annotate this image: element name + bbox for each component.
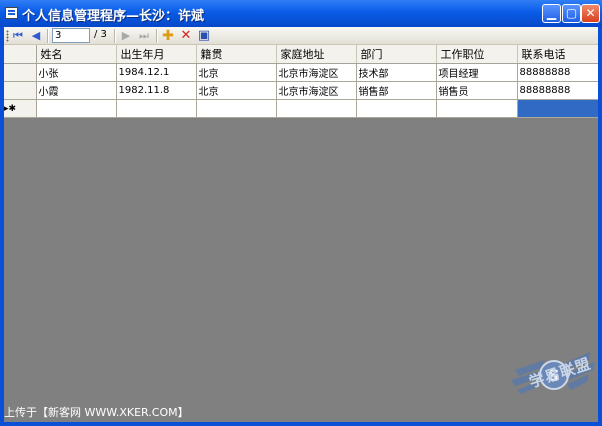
title-bar[interactable]: 个人信息管理程序—长沙：许斌 ▁ ▢ ✕	[0, 0, 602, 27]
row-header[interactable]	[4, 81, 37, 100]
add-new-icon[interactable]: ✚	[160, 28, 176, 44]
cell-position[interactable]: 销售员	[436, 81, 518, 100]
column-header-phone[interactable]: 联系电话	[517, 45, 598, 64]
window-title: 个人信息管理程序—长沙：许斌	[22, 9, 205, 24]
column-header-name[interactable]: 姓名	[36, 45, 117, 64]
row-header[interactable]	[4, 63, 37, 82]
toolbar-separator	[156, 29, 158, 43]
table-row[interactable]: 小霞 1982.11.8 北京 北京市海淀区 销售部 销售员 88888888	[4, 81, 598, 100]
cell-hometown[interactable]: 北京	[196, 81, 277, 100]
corner-header[interactable]	[4, 45, 37, 64]
cell-birth[interactable]: 1982.11.8	[116, 81, 197, 100]
column-header-department[interactable]: 部门	[356, 45, 437, 64]
cell-phone[interactable]: 88888888	[517, 81, 598, 100]
maximize-button[interactable]: ▢	[562, 4, 581, 23]
data-grid: 姓名 出生年月 籍贯 家庭地址 部门 工作职位 联系电话 小张 1984.12.…	[4, 45, 598, 118]
toolbar-grip-icon[interactable]	[6, 30, 9, 42]
cell-address[interactable]: 北京市海淀区	[276, 81, 357, 100]
cell-name[interactable]: 小霞	[36, 81, 117, 100]
table-row[interactable]: 小张 1984.12.1 北京 北京市海淀区 技术部 项目经理 88888888	[4, 63, 598, 82]
app-window: 个人信息管理程序—长沙：许斌 ▁ ▢ ✕ ⏮ ◀ / 3 ▶ ⏭ ✚ ✕ ▣	[0, 0, 602, 426]
column-header-birth[interactable]: 出生年月	[116, 45, 197, 64]
cell-hometown[interactable]: 北京	[196, 63, 277, 82]
binding-navigator: ⏮ ◀ / 3 ▶ ⏭ ✚ ✕ ▣	[4, 27, 598, 45]
selected-cell[interactable]	[517, 99, 598, 118]
column-header-address[interactable]: 家庭地址	[276, 45, 357, 64]
cell-birth[interactable]: 1984.12.1	[116, 63, 197, 82]
toolbar-separator	[114, 29, 116, 43]
new-row[interactable]: ▸✱	[4, 99, 598, 118]
move-last-icon[interactable]: ⏭	[136, 28, 152, 44]
move-next-icon[interactable]: ▶	[118, 28, 134, 44]
new-cell-birth[interactable]	[116, 99, 197, 118]
move-first-icon[interactable]: ⏮	[10, 28, 26, 44]
column-header-hometown[interactable]: 籍贯	[196, 45, 277, 64]
new-cell-name[interactable]	[36, 99, 117, 118]
app-icon[interactable]	[5, 7, 18, 19]
minimize-button[interactable]: ▁	[542, 4, 561, 23]
cell-address[interactable]: 北京市海淀区	[276, 63, 357, 82]
cell-phone[interactable]: 88888888	[517, 63, 598, 82]
new-cell-department[interactable]	[356, 99, 437, 118]
grid-header-row: 姓名 出生年月 籍贯 家庭地址 部门 工作职位 联系电话	[4, 45, 598, 64]
move-previous-icon[interactable]: ◀	[28, 28, 44, 44]
cell-department[interactable]: 销售部	[356, 81, 437, 100]
save-icon[interactable]: ▣	[196, 28, 212, 44]
count-label: / 3	[94, 29, 107, 40]
cell-department[interactable]: 技术部	[356, 63, 437, 82]
position-input[interactable]	[52, 28, 90, 43]
cell-position[interactable]: 项目经理	[436, 63, 518, 82]
new-cell-address[interactable]	[276, 99, 357, 118]
new-row-marker-icon[interactable]: ▸✱	[4, 99, 37, 118]
new-cell-position[interactable]	[436, 99, 518, 118]
toolbar-separator	[47, 29, 49, 43]
upload-watermark: 上传于【新客网 WWW.XKER.COM】	[4, 406, 189, 419]
cell-name[interactable]: 小张	[36, 63, 117, 82]
close-button[interactable]: ✕	[581, 4, 600, 23]
delete-icon[interactable]: ✕	[178, 28, 194, 44]
column-header-position[interactable]: 工作职位	[436, 45, 518, 64]
new-cell-hometown[interactable]	[196, 99, 277, 118]
